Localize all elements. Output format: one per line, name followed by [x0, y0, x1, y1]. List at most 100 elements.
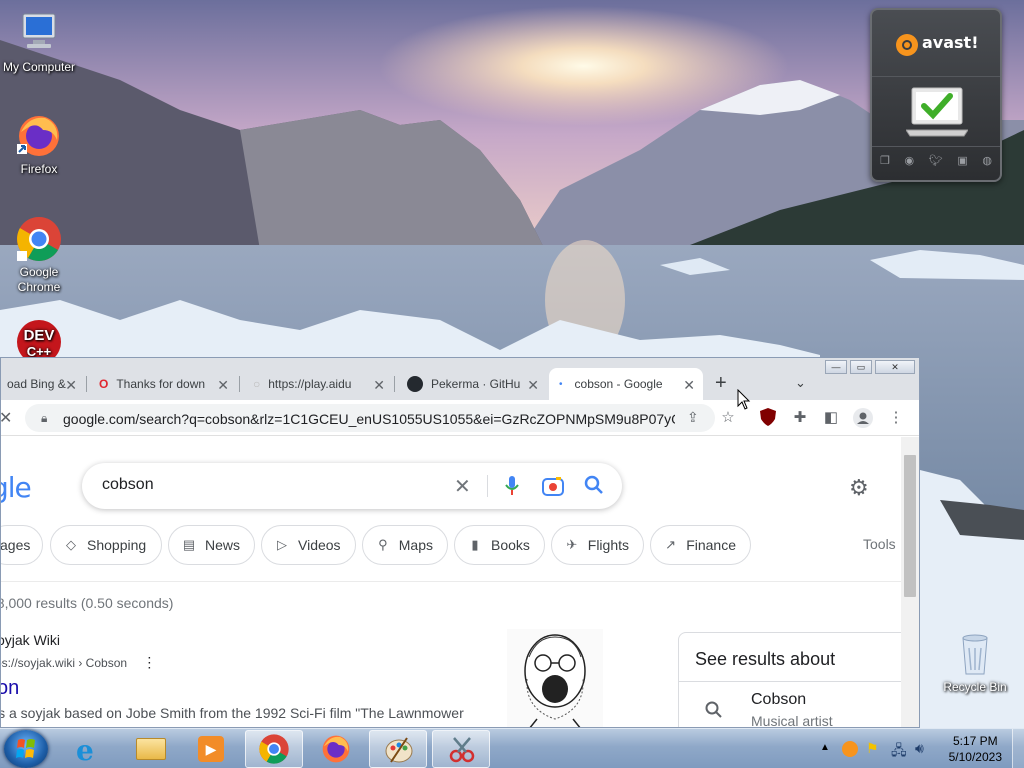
tab[interactable]: Pekerma · GitHu ✕ — [397, 368, 547, 400]
tab-title: Pekerma · GitHu — [431, 377, 521, 391]
desktop-icon-google-chrome[interactable]: Google Chrome — [0, 215, 79, 295]
taskbar-file-explorer[interactable] — [122, 730, 180, 768]
tab[interactable]: O Thanks for down ✕ — [89, 368, 237, 400]
google-logo[interactable]: gle — [1, 471, 32, 504]
chip-finance[interactable]: ↗ Finance — [650, 525, 751, 565]
mouse-cursor-icon — [737, 388, 751, 416]
profile-avatar-icon[interactable] — [853, 408, 873, 428]
desktop-icon-firefox[interactable]: Firefox — [0, 112, 79, 177]
blank-page-icon: ○ — [253, 377, 261, 391]
avast-social-links: ❐ ◉ 🐦︎ ▣ ◍ — [880, 154, 992, 167]
chip-label: ages — [1, 537, 31, 553]
chrome-titlebar[interactable]: — ▭ ✕ oad Bing & ✕ O Thanks for down ✕ ○… — [1, 358, 919, 400]
paint-palette-icon — [385, 737, 413, 763]
close-icon[interactable]: ✕ — [217, 377, 229, 394]
taskbar-media-player[interactable]: ▶ — [182, 730, 240, 768]
bookmark-star-icon[interactable]: ☆ — [718, 408, 738, 428]
firefox-icon — [322, 735, 350, 763]
chrome-icon — [15, 215, 63, 263]
address-bar[interactable]: 🔒︎ google.com/search?q=cobson&rlz=1C1GCE… — [25, 404, 715, 432]
show-desktop-button[interactable] — [1012, 729, 1024, 768]
rss-icon[interactable]: ◍ — [982, 154, 992, 167]
tab-title: oad Bing & — [7, 377, 66, 391]
plane-icon: ✈ — [566, 537, 578, 552]
result-url-text: ps://soyjak.wiki › Cobson — [1, 656, 128, 670]
knowledge-entity-type: Musical artist — [751, 713, 833, 728]
desktop-icon-recycle-bin[interactable]: Recycle Bin — [935, 630, 1015, 695]
clear-icon[interactable]: ✕ — [454, 474, 471, 499]
tools-button[interactable]: Tools — [863, 536, 896, 552]
knowledge-panel-header: See results about — [695, 649, 836, 669]
taskbar-snipping-tool[interactable] — [432, 730, 490, 768]
close-window-button[interactable]: ✕ — [875, 360, 915, 374]
scrollbar-thumb[interactable] — [904, 455, 916, 597]
pin-icon: ⚲ — [378, 537, 388, 552]
more-options-icon[interactable]: ⋮ — [142, 654, 156, 670]
url-text: google.com/search?q=cobson&rlz=1C1GCEU_e… — [63, 411, 675, 427]
divider — [679, 681, 901, 682]
tab[interactable]: ○ https://play.aidu ✕ — [243, 368, 393, 400]
svg-text:DEV: DEV — [24, 327, 55, 344]
chip-label: Videos — [298, 537, 341, 553]
chip-shopping[interactable]: ◇ Shopping — [50, 525, 162, 565]
chip-maps[interactable]: ⚲ Maps — [362, 525, 448, 565]
chip-images[interactable]: ages — [1, 525, 43, 565]
chip-videos[interactable]: ▷ Videos — [261, 525, 356, 565]
microphone-icon[interactable] — [504, 475, 520, 502]
result-thumbnail-image[interactable] — [507, 629, 603, 727]
taskbar-paint[interactable] — [369, 730, 427, 768]
result-site-name[interactable]: oyjak Wiki — [1, 632, 60, 648]
tab-title: Thanks for down — [116, 377, 206, 391]
result-title-link[interactable]: on — [1, 677, 19, 700]
volume-icon[interactable]: 🔊︎ — [915, 740, 924, 757]
avast-gadget[interactable]: avast! ❐ ◉ 🐦︎ ▣ ◍ — [870, 8, 1002, 182]
start-button[interactable] — [4, 730, 48, 768]
tab[interactable]: oad Bing & ✕ — [1, 368, 85, 400]
settings-gear-icon[interactable]: ⚙ — [849, 475, 869, 501]
new-tab-button[interactable]: + — [715, 372, 727, 395]
network-icon[interactable]: 🖧︎ — [891, 740, 907, 764]
search-icon[interactable] — [584, 475, 604, 500]
facebook-icon[interactable]: ▣ — [957, 154, 967, 167]
camera-lens-icon[interactable] — [542, 476, 564, 501]
knowledge-entity-name[interactable]: Cobson — [751, 691, 806, 709]
ublock-icon[interactable] — [758, 408, 778, 428]
chip-books[interactable]: ▮ Books — [454, 525, 545, 565]
chip-flights[interactable]: ✈ Flights — [551, 525, 644, 565]
show-hidden-icons-button[interactable]: ▲ — [820, 742, 830, 753]
close-icon[interactable]: ✕ — [373, 377, 385, 394]
avast-tray-icon[interactable] — [842, 741, 858, 757]
action-center-flag-icon[interactable]: ⚑ — [866, 740, 879, 757]
extensions-icon[interactable]: ✚ — [790, 408, 810, 428]
close-icon[interactable]: ✕ — [527, 377, 539, 394]
tab-active[interactable]: • cobson - Google ✕ — [549, 368, 703, 400]
maximize-button[interactable]: ▭ — [850, 360, 872, 374]
chip-label: Maps — [398, 537, 433, 553]
desktop-icon-label: My Computer — [2, 60, 76, 74]
taskbar-internet-explorer[interactable]: e — [62, 730, 120, 768]
scrollbar[interactable] — [901, 437, 919, 727]
search-input[interactable]: cobson — [102, 476, 154, 494]
taskbar-clock[interactable]: 5:17 PM 5/10/2023 — [949, 733, 1002, 765]
window-icon[interactable]: ❐ — [880, 154, 890, 167]
result-url[interactable]: ps://soyjak.wiki › Cobson ⋮ — [1, 654, 156, 671]
knowledge-panel: See results about Cobson Musical artist — [678, 632, 901, 728]
close-icon[interactable]: ✕ — [683, 377, 695, 394]
menu-kebab-icon[interactable]: ⋮ — [886, 408, 906, 428]
taskbar-firefox[interactable] — [306, 730, 364, 768]
twitter-icon[interactable]: 🐦︎ — [929, 154, 943, 167]
chip-news[interactable]: ▤ News — [168, 525, 255, 565]
close-icon[interactable]: ✕ — [1, 408, 12, 428]
laptop-check-icon — [905, 86, 969, 143]
globe-icon[interactable]: ◉ — [905, 154, 915, 167]
desktop-icon-my-computer[interactable]: My Computer — [0, 10, 79, 75]
taskbar-chrome[interactable] — [245, 730, 303, 768]
firefox-icon — [15, 112, 63, 160]
search-box[interactable]: cobson ✕ — [82, 463, 622, 509]
chip-label: Finance — [686, 537, 736, 553]
chevron-down-icon[interactable]: ⌄ — [795, 375, 806, 391]
side-panel-icon[interactable]: ◧ — [821, 408, 841, 428]
minimize-button[interactable]: — — [825, 360, 847, 374]
share-icon[interactable]: ⇪ — [687, 409, 699, 426]
close-icon[interactable]: ✕ — [65, 377, 77, 394]
